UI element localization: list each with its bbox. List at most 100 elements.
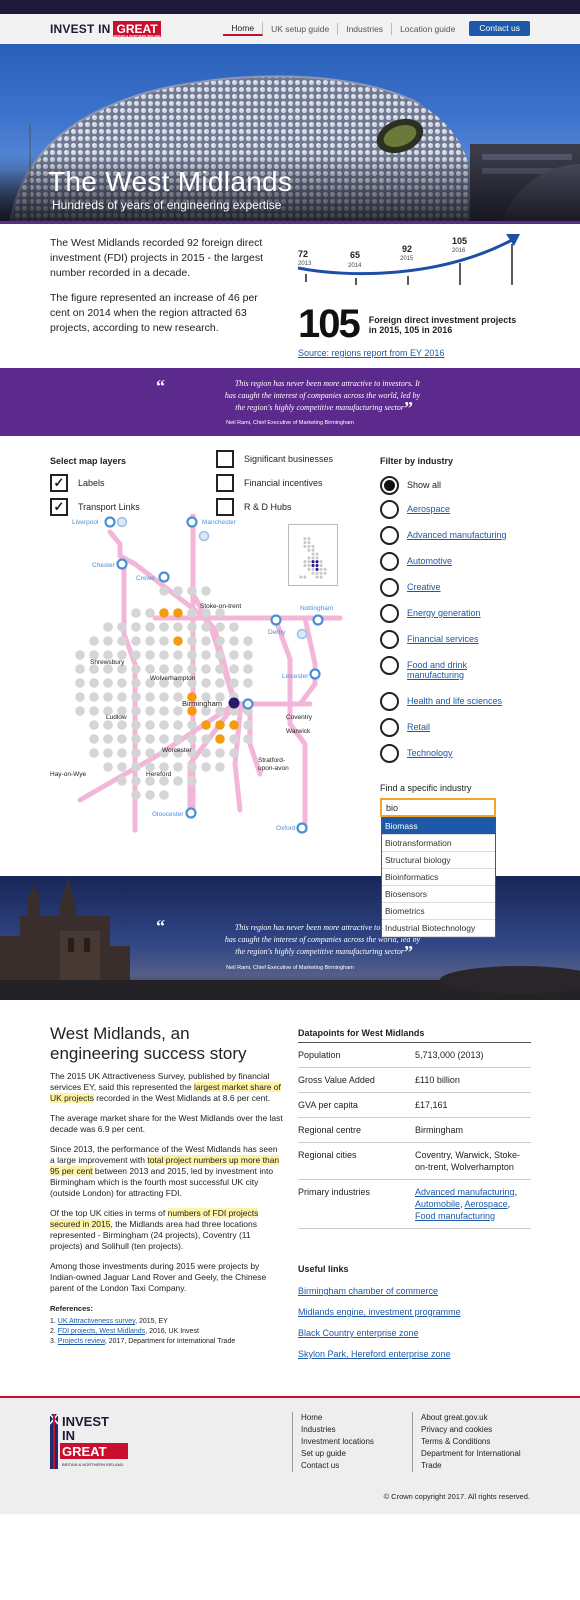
nav-uk-setup-guide[interactable]: UK setup guide [263, 22, 339, 35]
business-marker [201, 720, 211, 730]
timeline-value-2013: 72 [298, 249, 308, 259]
reference-link[interactable]: FDI projects, West Midlands [58, 1328, 145, 1335]
nav-industries[interactable]: Industries [338, 22, 393, 35]
locator-dot [315, 571, 319, 575]
footer-link[interactable]: Home [301, 1412, 374, 1424]
station-marker[interactable] [158, 571, 170, 583]
filter-advanced-manufacturing[interactable]: Advanced manufacturing [380, 526, 507, 545]
industry-link[interactable]: Automobile [415, 1199, 460, 1209]
useful-link[interactable]: Black Country enterprise zone [298, 1328, 419, 1338]
map-dot [145, 664, 155, 674]
station-marker[interactable] [296, 822, 308, 834]
footer-link[interactable]: About great.gov.uk [421, 1412, 530, 1424]
reference-link[interactable]: Projects review [58, 1338, 105, 1345]
footer-link[interactable]: Department for International Trade [421, 1448, 530, 1472]
industry-link[interactable]: Aerospace [465, 1199, 508, 1209]
locator-dot [307, 564, 311, 568]
industry-search-input[interactable]: bio [380, 798, 496, 817]
airport-marker[interactable] [296, 628, 308, 640]
fdi-timeline: 72 2013 65 2014 92 2015 105 2016 [297, 234, 520, 285]
nav-home[interactable]: Home [223, 21, 264, 36]
source-link[interactable]: Source: regions report from EY 2016 [298, 348, 444, 358]
contact-us-button[interactable]: Contact us [469, 21, 530, 36]
reference-link[interactable]: UK Attractiveness survey [58, 1318, 135, 1325]
map-dot [75, 692, 85, 702]
station-marker[interactable] [309, 668, 321, 680]
map-dot [201, 622, 211, 632]
layer-labels-checkbox[interactable]: ✓ Labels [50, 474, 105, 492]
useful-link[interactable]: Birmingham chamber of commerce [298, 1286, 438, 1296]
filter-retail[interactable]: Retail [380, 718, 430, 737]
suggestion-option[interactable]: Biosensors [382, 886, 495, 903]
filter-health-life-sciences[interactable]: Health and life sciences [380, 692, 502, 711]
timeline-year-2016: 2016 [452, 248, 466, 254]
footer-link[interactable]: Industries [301, 1424, 374, 1436]
filter-food-and-drink[interactable]: Food and drink manufacturing [380, 656, 487, 680]
map-dot [117, 692, 127, 702]
industry-link[interactable]: Food manufacturing [415, 1211, 495, 1221]
suggestion-option[interactable]: Bioinformatics [382, 869, 495, 886]
useful-link[interactable]: Midlands engine, investment programme [298, 1307, 461, 1317]
footer-link[interactable]: Contact us [301, 1460, 374, 1472]
datapoints-title: Datapoints for West Midlands [298, 1028, 425, 1038]
suggestion-option[interactable]: Biotransformation [382, 835, 495, 852]
station-marker[interactable] [270, 614, 282, 626]
birmingham-marker[interactable] [228, 697, 240, 709]
locator-dot [315, 575, 319, 579]
airport-marker[interactable] [198, 530, 210, 542]
filter-technology[interactable]: Technology [380, 744, 453, 763]
nav-location-guide[interactable]: Location guide [392, 23, 463, 35]
map-dot [243, 678, 253, 688]
hero-title: The West Midlands [48, 166, 293, 197]
filter-energy-generation[interactable]: Energy generation [380, 604, 481, 623]
filter-show-all[interactable]: Show all [380, 476, 441, 495]
references-title: References: [50, 1304, 93, 1313]
useful-link[interactable]: Skylon Park, Hereford enterprise zone [298, 1349, 451, 1359]
footer-link[interactable]: Terms & Conditions [421, 1436, 530, 1448]
suggestion-option[interactable]: Industrial Biotechnology [382, 920, 495, 937]
site-logo[interactable]: INVEST IN GREAT BRITAIN & NORTHERN IRELAN… [50, 20, 161, 38]
suggestion-option[interactable]: Biomass [382, 818, 495, 835]
airport-marker[interactable] [116, 516, 128, 528]
intro-text: The West Midlands recorded 92 foreign di… [50, 236, 270, 346]
site-footer: INVEST IN GREAT BRITAIN & NORTHERN IRELA… [0, 1396, 580, 1514]
footer-logo[interactable]: INVEST IN GREAT BRITAIN & NORTHERN IRELA… [50, 1414, 128, 1469]
svg-text:Hay-on-Wye: Hay-on-Wye [50, 771, 86, 778]
footer-link[interactable]: Privacy and cookies [421, 1424, 530, 1436]
map-dot [173, 664, 183, 674]
station-marker[interactable] [185, 807, 197, 819]
filter-automotive[interactable]: Automotive [380, 552, 452, 571]
map-dot [75, 650, 85, 660]
site-header: INVEST IN GREAT BRITAIN & NORTHERN IRELAN… [0, 14, 580, 44]
locator-dot [307, 567, 311, 571]
map-dot [89, 636, 99, 646]
filter-creative[interactable]: Creative [380, 578, 441, 597]
article-body: The 2015 UK Attractiveness Survey, publi… [50, 1071, 283, 1347]
footer-link[interactable]: Investment locations [301, 1436, 374, 1448]
business-marker [159, 608, 169, 618]
map-dot [159, 622, 169, 632]
svg-text:Stoke-on-trent: Stoke-on-trent [200, 603, 241, 610]
layer-businesses-checkbox[interactable]: Significant businesses [216, 450, 333, 468]
suggestion-option[interactable]: Biometrics [382, 903, 495, 920]
business-marker [215, 720, 225, 730]
quote-band: “ This region has never been more attrac… [0, 368, 580, 436]
suggestion-option[interactable]: Structural biology [382, 852, 495, 869]
layer-incentives-checkbox[interactable]: Financial incentives [216, 474, 323, 492]
station-marker[interactable] [312, 614, 324, 626]
map-dot [173, 650, 183, 660]
station-marker[interactable] [116, 558, 128, 570]
timeline-value-2016: 105 [452, 236, 467, 246]
station-marker[interactable] [186, 516, 198, 528]
station-marker[interactable] [104, 516, 116, 528]
filter-aerospace[interactable]: Aerospace [380, 500, 450, 519]
industry-link[interactable]: Advanced manufacturing [415, 1187, 515, 1197]
filter-title: Filter by industry [380, 456, 454, 466]
svg-text:Liverpool: Liverpool [72, 519, 99, 526]
locator-dot [319, 575, 323, 579]
article-paragraph: The average market share for the West Mi… [50, 1113, 283, 1134]
footer-link[interactable]: Set up guide [301, 1448, 374, 1460]
filter-financial-services[interactable]: Financial services [380, 630, 479, 649]
station-marker[interactable] [242, 698, 254, 710]
map-dot [145, 706, 155, 716]
